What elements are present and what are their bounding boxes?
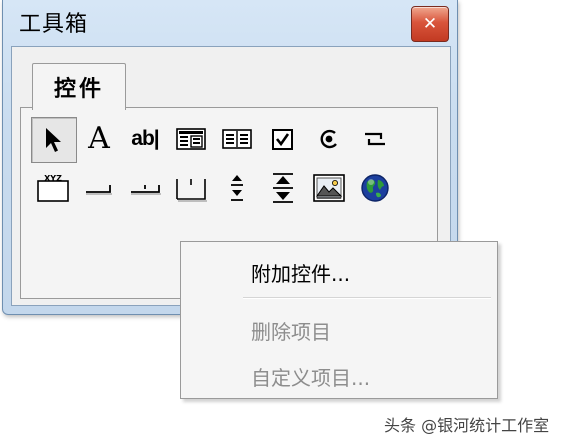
scroll-bar-tool[interactable]: [261, 166, 305, 210]
multi-page-icon: [176, 179, 207, 202]
spin-button-tool[interactable]: [215, 166, 259, 210]
context-menu: 附加控件... 删除项目 自定义项目...: [180, 241, 498, 399]
label-icon: A: [88, 121, 110, 156]
frame-tool[interactable]: [169, 117, 213, 161]
toggle-icon: [365, 132, 385, 146]
toggle-button-tool[interactable]: [353, 117, 397, 161]
watermark-text: 头条 @银河统计工作室: [384, 416, 550, 435]
command-button-tool[interactable]: [215, 117, 259, 161]
close-button[interactable]: ✕: [411, 6, 449, 42]
scroll-bar-icon: [273, 173, 293, 203]
menu-item-delete-item[interactable]: 删除项目: [251, 316, 331, 345]
tab-controls[interactable]: 控件: [32, 63, 126, 110]
checkbox-tool[interactable]: [261, 117, 305, 161]
textbox-tool[interactable]: ab|: [123, 117, 167, 161]
option-button-tool[interactable]: [307, 117, 351, 161]
pointer-icon: [46, 128, 61, 152]
multi-page-tool[interactable]: [169, 166, 213, 210]
menu-item-customize-item[interactable]: 自定义项目...: [251, 362, 370, 391]
command-button-icon: [222, 129, 252, 149]
label-tool[interactable]: A: [77, 117, 121, 161]
close-icon: ✕: [422, 14, 438, 34]
option-button-icon: [320, 129, 337, 149]
image-icon: [313, 174, 345, 202]
image-tool[interactable]: [307, 166, 351, 210]
title-bar[interactable]: 工具箱 ✕: [3, 0, 457, 46]
checkbox-icon: [272, 129, 293, 150]
combo-box-tool[interactable]: [77, 166, 121, 210]
watermark: 头条 @银河统计工作室: [384, 412, 549, 436]
spin-button-icon: [231, 175, 243, 201]
globe-icon: [361, 174, 389, 202]
tab-strip-icon: XYZ: [37, 174, 69, 202]
tab-strip-tool[interactable]: XYZ: [31, 166, 75, 210]
frame-icon: [176, 128, 206, 150]
textbox-icon: ab|: [131, 127, 159, 150]
combo-box-icon: [86, 185, 112, 195]
menu-item-additional-controls[interactable]: 附加控件...: [251, 258, 350, 287]
globe-tool[interactable]: [353, 166, 397, 210]
tab-strip-glyph: XYZ: [44, 174, 62, 183]
pointer-tool[interactable]: [31, 117, 77, 163]
window-title: 工具箱: [19, 12, 89, 37]
list-box-tool[interactable]: [123, 166, 167, 210]
menu-separator: [243, 297, 491, 299]
list-box-icon: [131, 185, 161, 195]
